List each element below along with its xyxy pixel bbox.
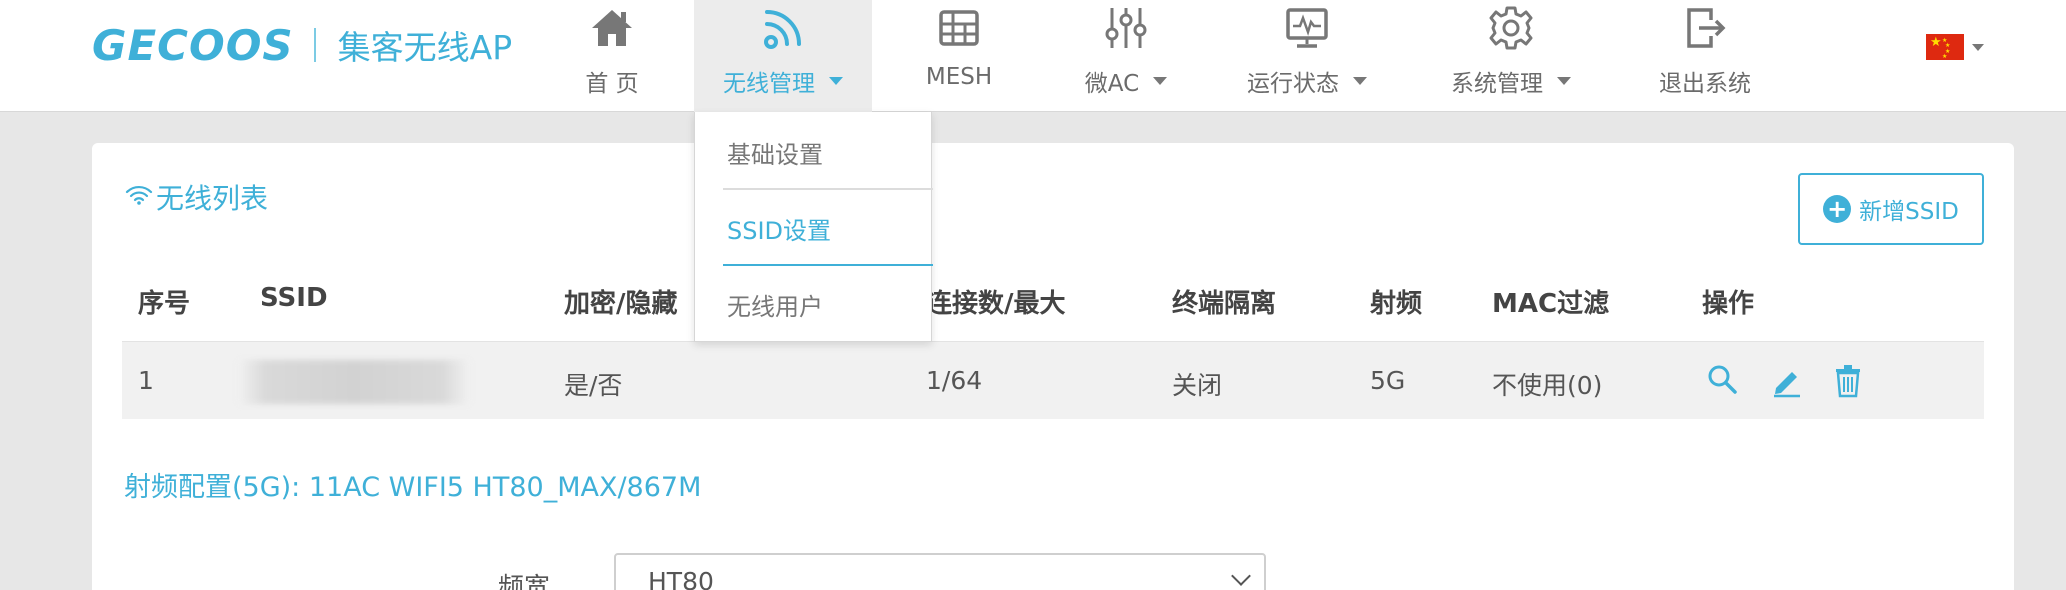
nav-wireless-management[interactable]: 无线管理: [694, 0, 872, 112]
wireless-list-title-text: 无线列表: [156, 182, 269, 215]
column-header: 加密/隐藏: [564, 289, 678, 319]
add-ssid-label: 新增SSID: [1859, 199, 1959, 225]
nav-wireless-label: 无线管理: [723, 71, 815, 97]
chevron-down-icon: [1231, 566, 1251, 586]
cell-radio: 5G: [1370, 366, 1406, 395]
cell-encrypt-hidden: 是/否: [564, 371, 623, 400]
wifi-icon: [757, 2, 809, 54]
column-header: 操作: [1702, 289, 1755, 319]
menu-item-ssid-settings[interactable]: SSID设置: [695, 192, 933, 264]
menu-item-label: SSID设置: [727, 216, 832, 245]
cell-isolation: 关闭: [1172, 371, 1223, 400]
bandwidth-select[interactable]: HT80: [614, 553, 1266, 590]
bandwidth-label: 频宽: [498, 573, 551, 590]
nav-system-management-label: 系统管理: [1451, 71, 1543, 97]
wireless-management-dropdown: 基础设置 SSID设置 无线用户: [694, 112, 933, 342]
search-icon[interactable]: [1704, 362, 1740, 398]
china-flag-icon: ★ ★ ★ ★ ★: [1926, 34, 1964, 60]
logo-brand-text: GECOOS: [92, 20, 294, 70]
plus-circle-icon: +: [1823, 195, 1852, 223]
chevron-down-icon: [1557, 77, 1571, 85]
sliders-icon: [1100, 2, 1152, 54]
logo-divider: [313, 28, 316, 62]
edit-pencil-icon[interactable]: [1768, 362, 1804, 398]
add-ssid-button[interactable]: + 新增SSID: [1798, 173, 1984, 245]
menu-item-label: 无线用户: [727, 292, 823, 321]
column-header: 连接数/最大: [926, 289, 1066, 319]
menu-divider: [723, 188, 933, 190]
column-header: SSID: [260, 283, 328, 313]
table-row: 1 是/否 1/64 关闭 5G 不使用(0): [122, 341, 1984, 419]
brand-logo[interactable]: GECOOS 集客无线AP: [92, 20, 513, 70]
column-header: 终端隔离: [1172, 289, 1277, 319]
logout-icon: [1679, 2, 1731, 54]
chevron-down-icon: [1972, 43, 1984, 51]
wireless-list-title: 无线列表: [124, 177, 268, 217]
column-header: 射频: [1370, 289, 1423, 319]
wifi-icon: [124, 181, 156, 214]
nav-running-status[interactable]: 运行状态: [1242, 0, 1372, 112]
menu-item-label: 基础设置: [727, 140, 823, 169]
nav-logout-label: 退出系统: [1659, 71, 1751, 97]
ssid-redacted: [238, 360, 470, 404]
cell-connections: 1/64: [926, 366, 983, 395]
menu-item-wireless-users[interactable]: 无线用户: [695, 268, 933, 340]
nav-home-label: 首 页: [585, 71, 639, 97]
logo-tagline: 集客无线AP: [337, 28, 513, 67]
trash-icon[interactable]: [1830, 362, 1866, 398]
nav-mesh-label: MESH: [925, 64, 993, 90]
nav-micro-ac-label: 微AC: [1084, 71, 1140, 97]
nav-logout[interactable]: 退出系统: [1656, 0, 1754, 112]
home-icon: [586, 2, 638, 54]
radio-config-title: 射频配置(5G): 11AC WIFI5 HT80_MAX/867M: [124, 472, 702, 503]
nav-home[interactable]: 首 页: [570, 0, 654, 112]
nav-micro-ac[interactable]: 微AC: [1078, 0, 1174, 112]
cell-mac-filter: 不使用(0): [1492, 371, 1603, 400]
nav-running-status-label: 运行状态: [1247, 71, 1339, 97]
wireless-list-panel: 无线列表 + 新增SSID 序号 SSID 加密/隐藏 N 连接数/最大 终端隔…: [92, 143, 2014, 590]
menu-active-underline: [723, 264, 933, 266]
chevron-down-icon: [1153, 77, 1168, 85]
nav-system-management[interactable]: 系统管理: [1446, 0, 1576, 112]
nav-mesh[interactable]: MESH: [916, 0, 1002, 112]
gear-icon: [1485, 2, 1537, 54]
top-navigation-bar: GECOOS 集客无线AP 首 页 无线管理 MESH 微AC 运行状态 系统管…: [0, 0, 2066, 112]
table-header: 序号 SSID 加密/隐藏 N 连接数/最大 终端隔离 射频 MAC过滤 操作: [92, 283, 2014, 333]
column-header: MAC过滤: [1492, 289, 1610, 319]
monitor-icon: [1281, 2, 1333, 54]
chevron-down-icon: [829, 77, 843, 85]
language-selector[interactable]: ★ ★ ★ ★ ★: [1926, 34, 1984, 60]
mesh-icon: [933, 2, 985, 54]
bandwidth-select-value: HT80: [648, 567, 714, 590]
cell-index: 1: [138, 366, 154, 395]
menu-item-basic-settings[interactable]: 基础设置: [695, 116, 933, 188]
column-header: 序号: [138, 289, 191, 319]
chevron-down-icon: [1353, 77, 1367, 85]
